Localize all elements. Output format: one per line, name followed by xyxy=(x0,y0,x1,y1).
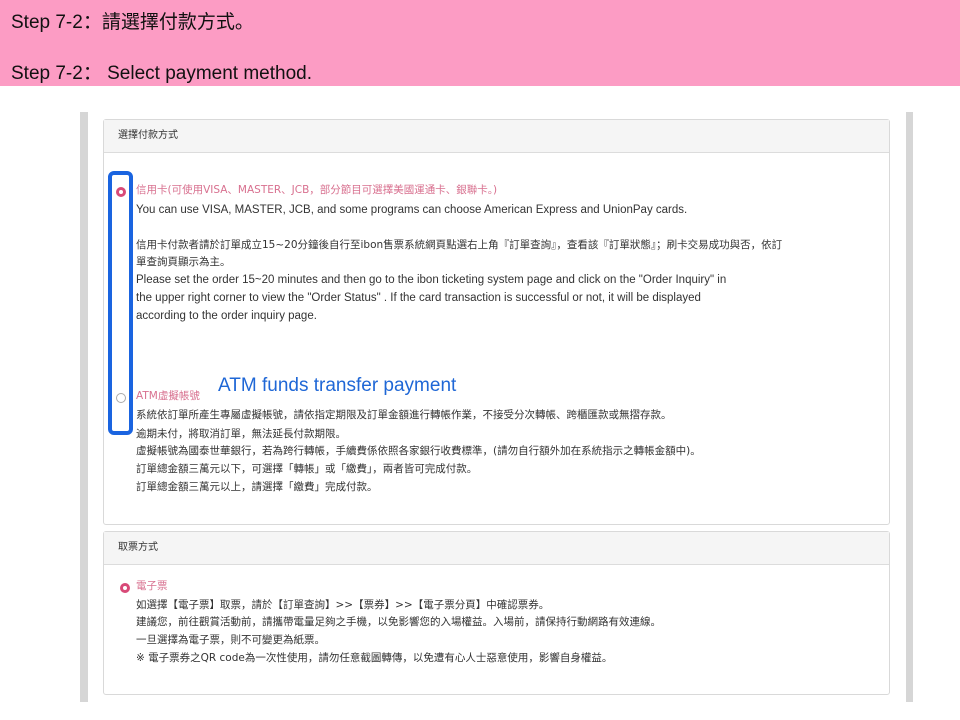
atm-line: 虛擬帳號為國泰世華銀行，若為跨行轉帳，手續費係依照各家銀行收費標準，(請勿自行額… xyxy=(136,445,701,457)
instruction-banner: Step 7-2：請選擇付款方式。 Step 7-2： Select payme… xyxy=(0,0,960,86)
banner-step-zh: Step 7-2：請選擇付款方式。 xyxy=(11,12,254,33)
credit-card-radio-highlighted[interactable] xyxy=(116,187,126,197)
screenshot-right-edge xyxy=(906,112,913,702)
eticket-line: 如選擇【電子票】取票，請於【訂單查詢】>>【票券】>>【電子票分頁】中確認票券。 xyxy=(136,599,550,611)
credit-card-label-en: You can use VISA, MASTER, JCB, and some … xyxy=(136,204,688,216)
atm-line: 逾期未付，將取消訂單，無法延長付款期限。 xyxy=(136,428,346,440)
eticket-line: 建議您，前往觀賞活動前，請攜帶電量足夠之手機，以免影響您的入場權益。入場前，請保… xyxy=(136,616,661,628)
payment-method-title: 選擇付款方式 xyxy=(104,120,889,153)
atm-line: 系統依訂單所產生專屬虛擬帳號，請依指定期限及訂單金額進行轉帳作業，不接受分次轉帳… xyxy=(136,409,672,421)
atm-line: 訂單總金額三萬元以下，可選擇「轉帳」或「繳費」，兩者皆可完成付款。 xyxy=(136,463,478,475)
eticket-line: 一旦選擇為電子票，則不可變更為紙票。 xyxy=(136,634,325,646)
credit-card-note-en-2: the upper right corner to view the "Orde… xyxy=(136,292,701,304)
eticket-label[interactable]: 電子票 xyxy=(136,578,168,596)
eticket-radio[interactable] xyxy=(120,583,130,593)
credit-card-note-en-3: according to the order inquiry page. xyxy=(136,310,317,322)
eticket-line: ※ 電子票券之QR code為一次性使用，請勿任意截圖轉傳，以免遭有心人士惡意使… xyxy=(136,652,613,664)
atm-radio-highlighted[interactable] xyxy=(116,393,126,403)
ticket-pickup-title: 取票方式 xyxy=(104,532,889,565)
atm-callout-annotation: ATM funds transfer payment xyxy=(218,375,457,396)
screenshot-left-edge xyxy=(80,112,88,702)
credit-card-note-en-1: Please set the order 15~20 minutes and t… xyxy=(136,274,727,286)
credit-card-note-zh-1: 信用卡付款者請於訂單成立15~20分鐘後自行至ibon售票系統網頁點選右上角『訂… xyxy=(136,239,783,251)
banner-step-en: Step 7-2： Select payment method. xyxy=(11,63,312,84)
credit-card-label[interactable]: 信用卡(可使用VISA、MASTER、JCB，部分節目可選擇美國運通卡、銀聯卡。… xyxy=(136,182,497,200)
credit-card-note-zh-2: 單查詢頁顯示為主。 xyxy=(136,256,231,268)
atm-label[interactable]: ATM虛擬帳號 xyxy=(136,388,200,406)
atm-line: 訂單總金額三萬元以上，請選擇「繳費」完成付款。 xyxy=(136,481,378,493)
